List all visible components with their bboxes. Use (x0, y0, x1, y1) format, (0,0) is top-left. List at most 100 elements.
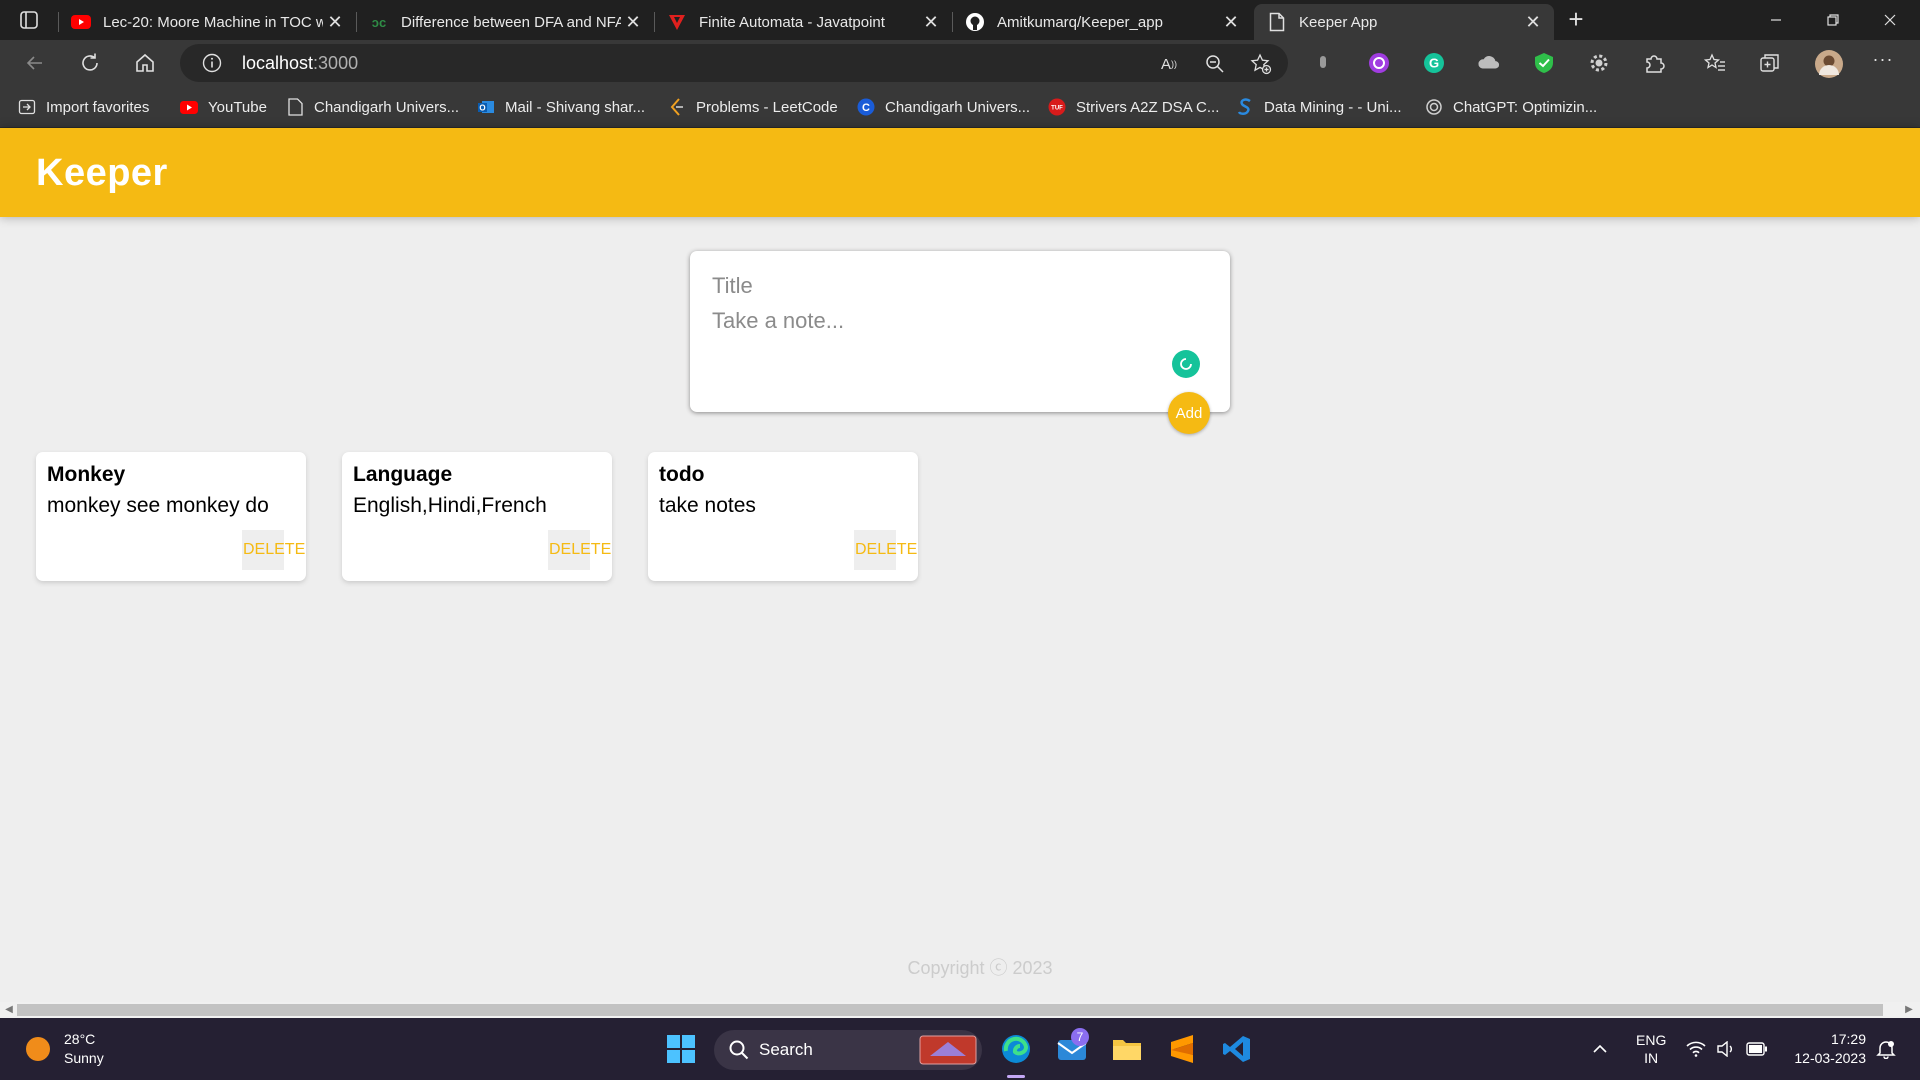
tab-title: Lec-20: Moore Machine in TOC w (103, 13, 323, 31)
tuf-icon: TUF (1048, 98, 1066, 116)
youtube-icon (180, 98, 198, 116)
new-tab-button[interactable]: + (1562, 6, 1590, 34)
search-label: Search (759, 1040, 813, 1059)
tab-title: Keeper App (1299, 13, 1378, 31)
page-icon (1267, 12, 1287, 32)
bookmark-chatgpt[interactable]: ChatGPT: Optimizin... (1425, 96, 1597, 118)
sun-icon (26, 1037, 50, 1061)
bookmark-data-mining[interactable]: Data Mining - - Uni... (1236, 96, 1402, 118)
home-icon[interactable] (130, 48, 160, 78)
weather-description: Sunny (64, 1050, 104, 1066)
extension-pin-icon[interactable] (1312, 52, 1334, 74)
taskbar-search[interactable]: Search (714, 1030, 982, 1070)
edge-browser-icon[interactable] (999, 1032, 1033, 1066)
zoom-icon[interactable] (1204, 53, 1226, 75)
site-info-icon[interactable] (202, 53, 222, 78)
bookmark-label: Import favorites (46, 98, 150, 116)
bookmark-label: ChatGPT: Optimizin... (1453, 98, 1598, 116)
extension-cloud-icon[interactable] (1478, 52, 1500, 74)
collections-icon[interactable] (1759, 52, 1781, 74)
minimize-button[interactable] (1748, 0, 1804, 40)
tab-javatpoint[interactable]: Finite Automata - Javatpoint ✕ (654, 4, 952, 40)
grammarly-icon[interactable]: G (1423, 52, 1445, 74)
close-icon[interactable]: ✕ (326, 13, 344, 31)
wifi-icon[interactable] (1686, 1018, 1706, 1080)
windows-taskbar: 28°C Sunny Search 7 ENG IN 17:29 12-03-2… (0, 1018, 1920, 1080)
read-aloud-icon[interactable]: A)) (1158, 53, 1180, 75)
close-window-button[interactable] (1862, 0, 1918, 40)
create-note-form (690, 251, 1230, 412)
bookmark-label: Strivers A2Z DSA C... (1076, 98, 1220, 116)
extensions-icon[interactable] (1643, 52, 1665, 74)
extension-purple-icon[interactable] (1368, 52, 1390, 74)
delete-note-button[interactable]: DELETE (242, 530, 305, 570)
weather-temperature: 28°C (64, 1031, 96, 1047)
tab-geeksforgeeks[interactable]: ↄc Difference between DFA and NFA ✕ (356, 4, 654, 40)
scroll-left-icon[interactable]: ◀ (4, 1005, 14, 1015)
tab-separator (356, 12, 357, 32)
clock[interactable]: 17:29 12-03-2023 (1786, 1018, 1866, 1080)
search-highlight-icon (918, 1034, 978, 1071)
horizontal-scrollbar[interactable]: ◀ ▶ (0, 1002, 1920, 1018)
close-icon[interactable]: ✕ (922, 13, 940, 31)
delete-note-button[interactable]: DELETE (548, 530, 611, 570)
tab-youtube[interactable]: Lec-20: Moore Machine in TOC w ✕ (58, 4, 356, 40)
note-card: todo take notes DELETE (648, 452, 918, 581)
import-icon (18, 98, 36, 116)
tab-github[interactable]: Amitkumarq/Keeper_app ✕ (952, 4, 1252, 40)
delete-note-button[interactable]: DELETE (854, 530, 917, 570)
language-indicator[interactable]: ENG IN (1636, 1018, 1666, 1080)
bookmark-youtube[interactable]: YouTube (180, 96, 267, 118)
add-note-button[interactable]: Add (1168, 392, 1210, 434)
tab-separator (952, 12, 953, 32)
region-code: IN (1644, 1050, 1659, 1066)
more-menu-icon[interactable]: ··· (1872, 48, 1894, 70)
bookmark-mail[interactable]: O Mail - Shivang shar... (477, 96, 645, 118)
gear-icon[interactable] (1588, 52, 1610, 74)
bookmark-chandigarh-university[interactable]: Chandigarh Univers... (286, 96, 459, 118)
scroll-right-icon[interactable]: ▶ (1904, 1005, 1914, 1015)
browser-toolbar: localhost:3000 A)) G ··· (0, 40, 1920, 86)
restore-button[interactable] (1805, 0, 1861, 40)
file-explorer-icon[interactable] (1110, 1032, 1144, 1066)
chevron-up-icon[interactable] (1592, 1018, 1608, 1080)
svg-text:G: G (1429, 56, 1439, 71)
clock-time: 17:29 (1830, 1031, 1866, 1047)
notification-bell-icon[interactable] (1876, 1018, 1896, 1080)
bookmark-label: Data Mining - - Uni... (1264, 98, 1402, 116)
outlook-icon: O (477, 98, 495, 116)
tab-keeper-app[interactable]: Keeper App ✕ (1254, 4, 1554, 40)
battery-icon[interactable] (1746, 1018, 1768, 1080)
bookmark-import-favorites[interactable]: Import favorites (18, 96, 149, 118)
favorites-icon[interactable] (1704, 52, 1726, 74)
note-content-input[interactable] (712, 303, 1202, 339)
scrollbar-thumb[interactable] (17, 1004, 1883, 1016)
note-title-input[interactable] (712, 268, 1202, 304)
add-favorite-icon[interactable] (1250, 53, 1272, 75)
bookmark-strivers[interactable]: TUF Strivers A2Z DSA C... (1048, 96, 1219, 118)
windows-start-icon[interactable] (664, 1032, 698, 1066)
grammarly-widget-icon[interactable] (1172, 350, 1200, 378)
close-icon[interactable]: ✕ (624, 13, 642, 31)
tab-actions-icon[interactable] (18, 9, 40, 31)
chatgpt-icon (1425, 98, 1443, 116)
note-title: Monkey (47, 463, 126, 486)
volume-icon[interactable] (1716, 1018, 1736, 1080)
refresh-icon[interactable] (75, 48, 105, 78)
sublime-text-icon[interactable] (1165, 1032, 1199, 1066)
url-port: :3000 (313, 53, 359, 73)
close-icon[interactable]: ✕ (1524, 13, 1542, 31)
weather-text: 28°C Sunny (64, 1030, 104, 1068)
address-bar[interactable]: localhost:3000 A)) (180, 44, 1288, 82)
bookmark-label: Chandigarh Univers... (314, 98, 460, 116)
close-icon[interactable]: ✕ (1222, 13, 1240, 31)
weather-widget[interactable]: 28°C Sunny (26, 1030, 104, 1068)
profile-avatar[interactable] (1814, 49, 1844, 79)
bookmark-leetcode[interactable]: Problems - LeetCode (668, 96, 838, 118)
javatpoint-icon (667, 12, 687, 32)
back-icon[interactable] (20, 48, 50, 78)
vscode-icon[interactable] (1220, 1032, 1254, 1066)
bookmark-chandigarh-university-2[interactable]: C Chandigarh Univers... (857, 96, 1030, 118)
geeksforgeeks-icon: ↄc (371, 14, 387, 30)
shield-icon[interactable] (1533, 52, 1555, 74)
